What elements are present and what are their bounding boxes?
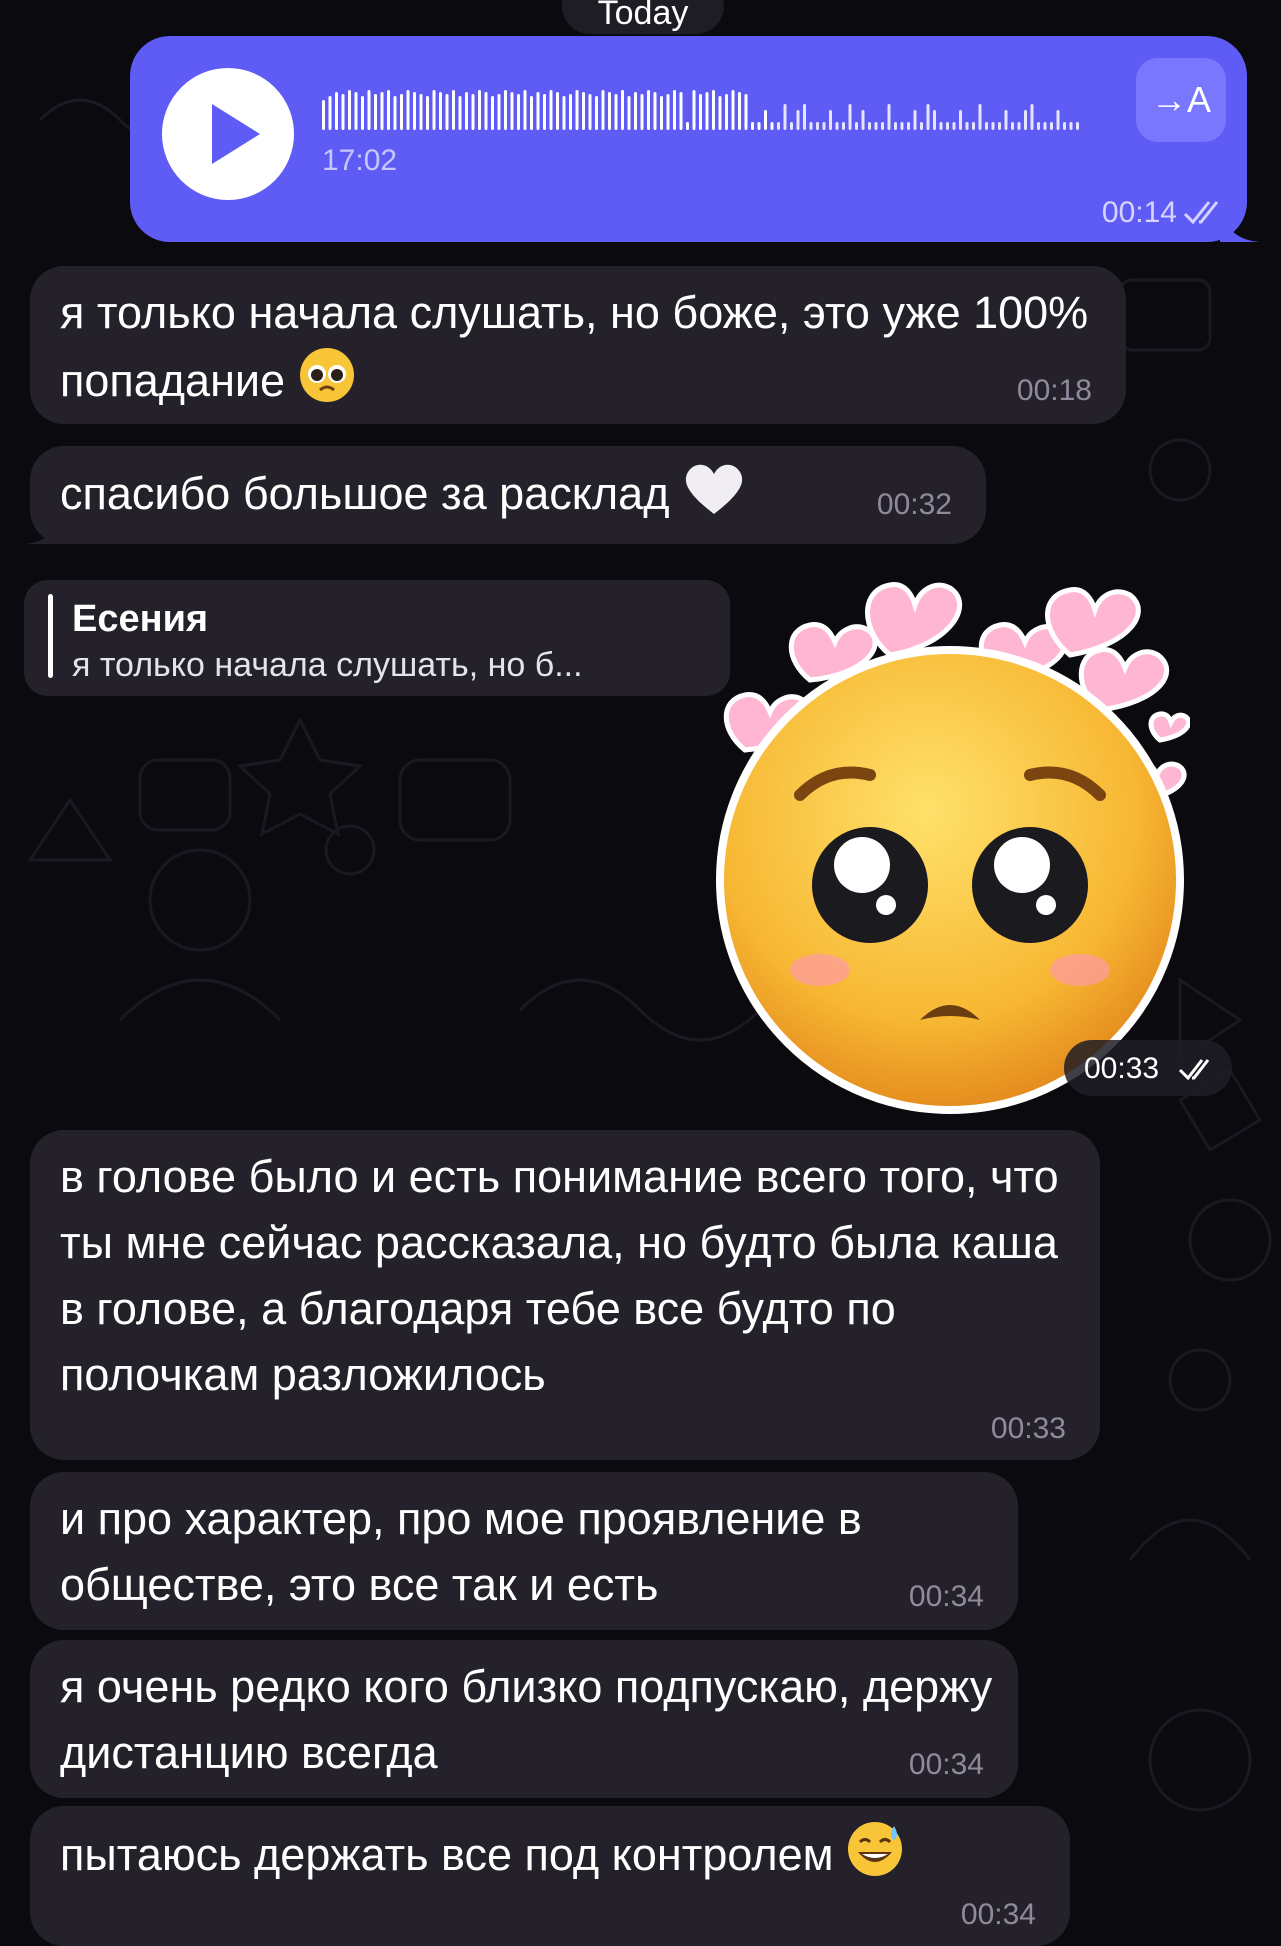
message-text: в голове было и есть понимание всего тог… (60, 1151, 1059, 1400)
message-time: 00:32 (876, 488, 952, 521)
message-text: пытаюсь держать все под контролем (60, 1828, 834, 1880)
sticker-time-badge: 00:33 (1064, 1040, 1232, 1096)
message-time: 00:18 (1016, 374, 1092, 407)
white-heart-emoji (682, 460, 746, 534)
message-bubble[interactable]: и про характер, про мое проявление в общ… (30, 1472, 1018, 1630)
message-time: 00:33 (990, 1412, 1066, 1445)
message-bubble[interactable]: спасибо большое за расклад 00:32 (30, 446, 986, 544)
pleading-face-emoji (298, 346, 356, 422)
bubble-tail (24, 514, 64, 544)
play-icon (212, 104, 260, 164)
message-time: 00:33 (1084, 1052, 1160, 1085)
message-time: 00:34 (960, 1898, 1036, 1931)
voice-duration: 17:02 (322, 144, 398, 177)
voice-message-bubble[interactable]: 17:02 →A 00:14 (130, 36, 1247, 242)
date-separator: Today (562, 0, 724, 34)
reply-preview[interactable]: Есения я только начала слушать, но б... (24, 580, 730, 696)
message-bubble[interactable]: пытаюсь держать все под контролем 00:34 (30, 1806, 1070, 1946)
bubble-tail (1220, 212, 1260, 242)
play-button[interactable] (162, 68, 294, 200)
grinning-sweat-emoji (846, 1820, 904, 1896)
reply-author: Есения (72, 598, 209, 640)
pleading-face-hearts-sticker[interactable] (690, 560, 1190, 1120)
message-bubble[interactable]: я очень редко кого близко подпускаю, дер… (30, 1640, 1018, 1798)
transcribe-button[interactable]: →A (1136, 58, 1226, 142)
message-text: я очень редко кого близко подпускаю, дер… (60, 1661, 993, 1778)
double-check-icon (1178, 1059, 1210, 1081)
message-bubble[interactable]: я только начала слушать, но боже, это уж… (30, 266, 1126, 424)
message-time: 00:34 (908, 1748, 984, 1781)
message-text: и про характер, про мое проявление в общ… (60, 1493, 862, 1610)
message-text: спасибо большое за расклад (60, 467, 670, 519)
reply-quote: я только начала слушать, но б... (72, 646, 583, 684)
message-bubble[interactable]: в голове было и есть понимание всего тог… (30, 1130, 1100, 1460)
message-time: 00:14 (1101, 196, 1177, 229)
message-text: я только начала слушать, но боже, это уж… (60, 287, 1089, 406)
voice-waveform[interactable] (322, 86, 1102, 130)
message-time: 00:34 (908, 1580, 984, 1613)
reply-accent-bar (48, 594, 53, 678)
